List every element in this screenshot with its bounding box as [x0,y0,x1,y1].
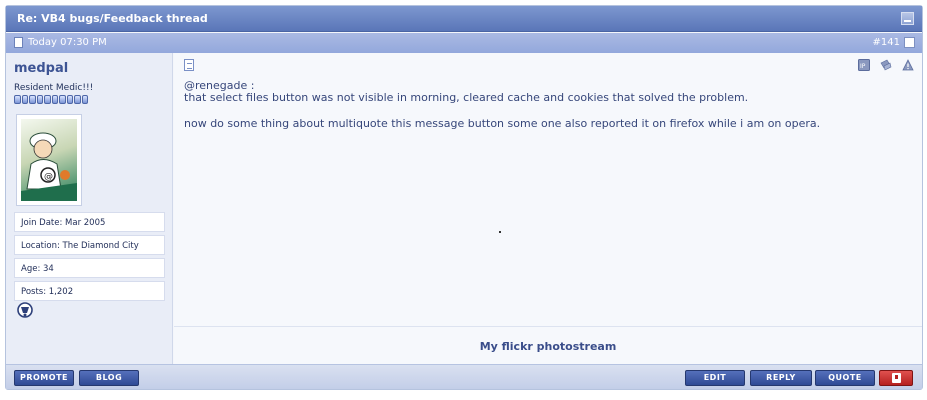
reputation-pip [66,95,73,104]
avatar[interactable]: @ [16,114,82,206]
message-document-icon [184,59,194,71]
report-icon [892,373,901,383]
location: Location: The Diamond City [14,235,165,255]
thread-title: Re: VB4 bugs/Feedback thread [17,12,208,25]
post-count: Posts: 1,202 [14,281,165,301]
reputation-pip [36,95,43,104]
rank-icon [17,302,33,318]
reputation-pip [44,95,51,104]
warning-icon[interactable] [902,59,914,71]
message-line: that select files button was not visible… [184,91,749,104]
reputation-pip [81,95,88,104]
avatar-image: @ [21,119,77,201]
join-date: Join Date: Mar 2005 [14,212,165,232]
age: Age: 34 [14,258,165,278]
svg-text:@: @ [44,172,53,182]
reputation-pip [21,95,28,104]
username-link[interactable]: medpal [14,61,68,76]
reputation-pip [14,95,21,104]
reputation-pip [74,95,81,104]
reputation-pip [59,95,66,104]
signature: My flickr photostream [174,326,922,364]
signature-link[interactable]: My flickr photostream [174,340,922,353]
svg-text:IP: IP [860,63,866,70]
post-tools: IP [858,59,914,71]
reputation-pip [51,95,58,104]
user-title: Resident Medic!!! [14,83,94,93]
collapse-icon[interactable] [901,12,914,25]
post-document-icon [14,37,23,48]
message-line: now do some thing about multiquote this … [184,117,821,130]
post-number-link[interactable]: #141 [873,37,900,48]
message-body: IP @renegade : that select files button … [174,53,922,326]
reply-button[interactable]: REPLY [750,370,812,386]
ip-icon[interactable]: IP [858,59,870,71]
post-action-bar: PROMOTE BLOG EDIT REPLY QUOTE [6,364,922,389]
reputation-bar [14,95,88,104]
stray-dot [499,231,501,233]
infraction-icon[interactable] [880,59,892,71]
post-date: Today 07:30 PM [28,37,107,48]
thread-title-bar: Re: VB4 bugs/Feedback thread [6,6,922,32]
report-button[interactable] [879,370,913,386]
user-info-panel: medpal Resident Medic!!! @ Join Date: Ma… [6,53,173,364]
post-date-bar: Today 07:30 PM #141 [6,33,922,53]
quote-button[interactable]: QUOTE [815,370,875,386]
promote-button[interactable]: PROMOTE [14,370,74,386]
blog-button[interactable]: BLOG [79,370,139,386]
edit-button[interactable]: EDIT [685,370,745,386]
select-post-checkbox[interactable] [904,37,915,48]
reputation-pip [29,95,36,104]
post-container: Re: VB4 bugs/Feedback thread Today 07:30… [5,5,923,390]
